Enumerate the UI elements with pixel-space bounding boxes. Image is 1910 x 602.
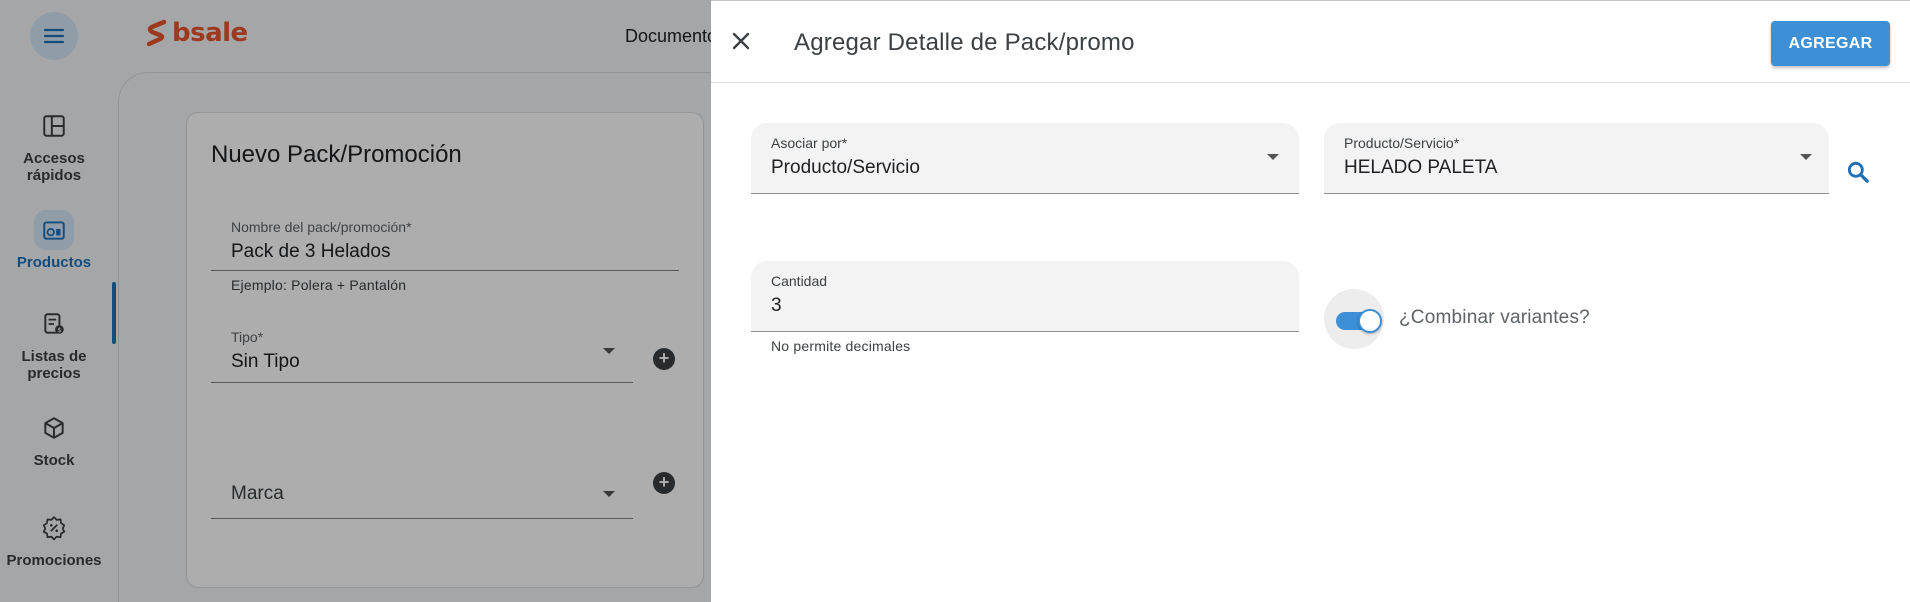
chevron-down-icon — [1800, 154, 1812, 160]
add-pack-detail-drawer: Agregar Detalle de Pack/promo AGREGAR As… — [711, 0, 1910, 602]
close-button[interactable] — [723, 23, 759, 59]
quantity-field[interactable]: Cantidad 3 — [751, 261, 1299, 332]
quantity-label: Cantidad — [771, 273, 828, 289]
add-button[interactable]: AGREGAR — [1771, 21, 1890, 66]
product-search-button[interactable] — [1843, 157, 1873, 187]
close-icon — [732, 32, 750, 50]
associate-by-value: Producto/Servicio — [771, 157, 920, 178]
drawer-title: Agregar Detalle de Pack/promo — [794, 29, 1135, 56]
toggle-knob — [1358, 309, 1382, 333]
chevron-down-icon — [1267, 154, 1279, 160]
search-icon — [1847, 161, 1869, 183]
associate-by-select[interactable]: Asociar por* Producto/Servicio — [751, 123, 1299, 194]
quantity-hint: No permite decimales — [771, 338, 911, 354]
product-service-select[interactable]: Producto/Servicio* HELADO PALETA — [1324, 123, 1829, 194]
quantity-value: 3 — [771, 295, 782, 316]
combine-variants-toggle[interactable] — [1324, 289, 1384, 349]
combine-variants-label: ¿Combinar variantes? — [1399, 307, 1590, 328]
drawer-header: Agregar Detalle de Pack/promo AGREGAR — [711, 1, 1910, 83]
associate-by-label: Asociar por* — [771, 135, 848, 151]
product-service-value: HELADO PALETA — [1344, 157, 1498, 178]
product-service-label: Producto/Servicio* — [1344, 135, 1460, 151]
